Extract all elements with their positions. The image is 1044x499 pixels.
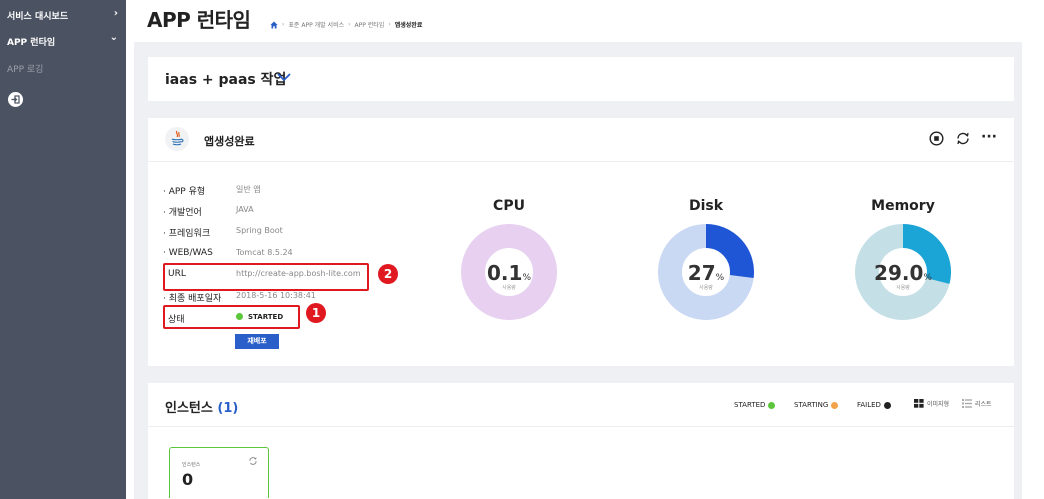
legend-label: FAILED <box>857 401 881 409</box>
chevron-down-icon: ⌄ <box>109 32 118 43</box>
info-value: JAVA <box>236 205 254 214</box>
marker-1: 1 <box>306 303 326 323</box>
instances-title: 인스턴스 (1) <box>165 397 238 416</box>
view-option-label: 리스트 <box>975 401 992 408</box>
view-option-label: 이미지형 <box>927 401 950 408</box>
breadcrumb-separator: › <box>348 21 351 28</box>
gauge-value: 29.0% <box>855 261 951 285</box>
sidebar-item-label: APP 런타임 <box>7 38 56 48</box>
page-title: APP 런타임 <box>147 8 251 32</box>
info-key: · 개발언어 <box>163 208 202 218</box>
info-value: Tomcat 8.5.24 <box>236 248 293 257</box>
breadcrumb-item[interactable]: APP 런타임 <box>355 20 385 29</box>
refresh-icon[interactable] <box>248 456 258 466</box>
gauge-subtitle: 사용량 <box>699 285 713 291</box>
gauge-title: Memory <box>871 198 935 214</box>
view-image-button[interactable]: 이미지형 <box>914 399 949 408</box>
java-icon <box>165 127 189 151</box>
legend-started: STARTED <box>734 401 776 409</box>
gauge-value: 0.1% <box>461 261 557 285</box>
info-value: 2018-5-16 10:38:41 <box>236 291 316 300</box>
highlight-box-status <box>163 305 300 329</box>
legend-dot <box>831 401 839 409</box>
info-key: · APP 유형 <box>163 187 206 197</box>
gauge-number: 29.0 <box>874 261 924 285</box>
more-icon[interactable]: ··· <box>981 129 997 145</box>
marker-2: 2 <box>378 264 398 284</box>
info-value: 일반 앱 <box>236 185 261 194</box>
gauge-unit: % <box>715 273 725 283</box>
breadcrumb: › 표준 APP 개발 서비스 › APP 런타임 › 앱생성완료 <box>270 20 422 29</box>
view-list-button[interactable]: 리스트 <box>962 399 992 408</box>
breadcrumb-item[interactable]: 표준 APP 개발 서비스 <box>288 20 344 29</box>
instance-card[interactable]: 인스턴스 0 <box>169 447 269 498</box>
legend-label: STARTING <box>794 401 829 409</box>
main-area: APP 런타임 › 표준 APP 개발 서비스 › APP 런타임 › 앱생성완… <box>126 0 1044 499</box>
breadcrumb-separator: › <box>388 21 391 28</box>
gauge-unit: % <box>923 273 932 283</box>
breadcrumb-separator: › <box>282 21 285 28</box>
legend-dot <box>768 401 776 409</box>
instances-card: 인스턴스 (1) STARTED STARTING FAILED 이미지형 리스… <box>148 383 1014 499</box>
gauge-unit: % <box>522 273 531 283</box>
sidebar: 서비스 대시보드 › APP 런타임 ⌄ APP 로깅 <box>0 0 126 499</box>
info-value: Spring Boot <box>236 226 283 235</box>
info-key: · 프레임워크 <box>163 229 211 239</box>
home-icon[interactable] <box>270 21 278 29</box>
app-name: 앱생성완료 <box>204 135 255 148</box>
redeploy-button[interactable]: 재배포 <box>235 334 279 349</box>
gauge-subtitle: 사용량 <box>502 285 516 291</box>
instances-count: (1) <box>217 401 239 416</box>
sidebar-item-label: APP 로깅 <box>7 65 44 75</box>
legend-failed: FAILED <box>857 401 891 409</box>
divider <box>148 426 1014 427</box>
legend-starting: STARTING <box>794 401 839 409</box>
gauge-title: CPU <box>493 198 525 214</box>
info-key: · WEB/WAS <box>163 248 213 258</box>
gauge-subtitle: 사용량 <box>896 285 910 291</box>
info-key: · 최종 배포일자 <box>163 294 222 304</box>
sidebar-item-label: 서비스 대시보드 <box>7 12 69 22</box>
breadcrumb-current: 앱생성완료 <box>394 22 423 29</box>
chevron-down-icon[interactable] <box>277 73 291 82</box>
project-card: iaas + paas 작업 <box>148 57 1014 101</box>
exit-icon[interactable] <box>8 92 23 107</box>
stop-icon[interactable] <box>929 131 944 146</box>
legend-dot <box>883 401 891 409</box>
app-card: 앱생성완료 ··· · APP 유형 일반 앱 · 개발언어 JAVA · 프레임워… <box>148 118 1014 366</box>
gauge-number: 27 <box>687 261 716 285</box>
instances-title-text: 인스턴스 <box>165 401 213 416</box>
instance-label: 인스턴스 <box>182 462 201 468</box>
divider <box>148 161 1014 162</box>
instance-number: 0 <box>182 470 194 489</box>
gauge-title: Disk <box>688 198 724 214</box>
gauge-value: 27% <box>658 261 754 285</box>
chevron-right-icon: › <box>113 8 118 19</box>
legend-label: STARTED <box>734 401 766 409</box>
refresh-icon[interactable] <box>955 131 971 146</box>
gauge-number: 0.1 <box>487 261 523 285</box>
grid-icon <box>914 399 924 408</box>
project-title: iaas + paas 작업 <box>165 72 287 88</box>
highlight-box-url <box>163 263 369 291</box>
list-icon <box>962 399 972 408</box>
